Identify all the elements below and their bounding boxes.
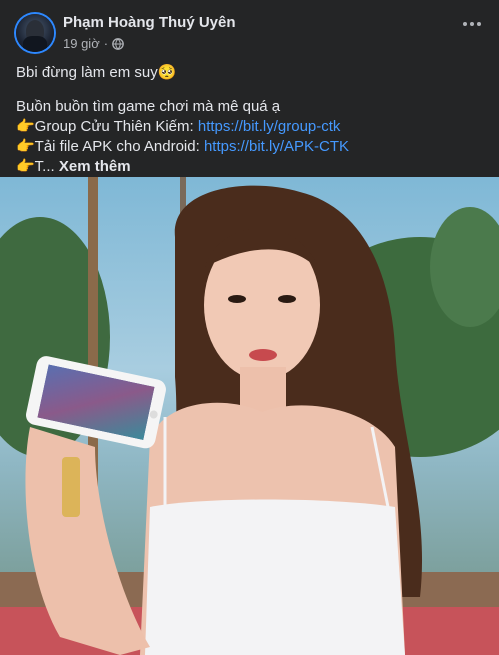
post-line-1: Bbi đừng làm em suy🥺 [16,63,177,81]
author-avatar[interactable] [16,14,54,52]
meta-separator: · [103,36,109,51]
post-line-5: 👉T... Xem thêm [16,158,131,175]
photo-illustration [0,177,499,655]
feed-post: Phạm Hoàng Thuý Uyên 19 giờ · Bbi đừng l… [0,0,499,655]
post-line-2: Buồn buồn tìm game chơi mà mê quá ạ [16,98,281,115]
author-name[interactable]: Phạm Hoàng Thuý Uyên [63,14,236,31]
post-text: Bbi đừng làm em suy🥺 Buồn buồn tìm game … [16,62,486,177]
globe-icon[interactable] [112,37,124,50]
more-options-icon[interactable] [463,22,481,26]
post-line-4: 👉Tải file APK cho Android: https://bit.l… [16,138,349,155]
apk-link[interactable]: https://bit.ly/APK-CTK [204,138,349,155]
post-time[interactable]: 19 giờ [63,36,100,51]
post-line-3: 👉Group Cửu Thiên Kiếm: https://bit.ly/gr… [16,118,341,135]
see-more-button[interactable]: Xem thêm [59,158,131,175]
group-link[interactable]: https://bit.ly/group-ctk [198,118,341,135]
avatar-figure-body [23,36,47,52]
post-meta: 19 giờ · [63,36,124,51]
post-header: Phạm Hoàng Thuý Uyên 19 giờ · [0,0,499,56]
pleading-face-emoji-icon: 🥺 [157,63,177,81]
post-photo[interactable] [0,177,499,655]
